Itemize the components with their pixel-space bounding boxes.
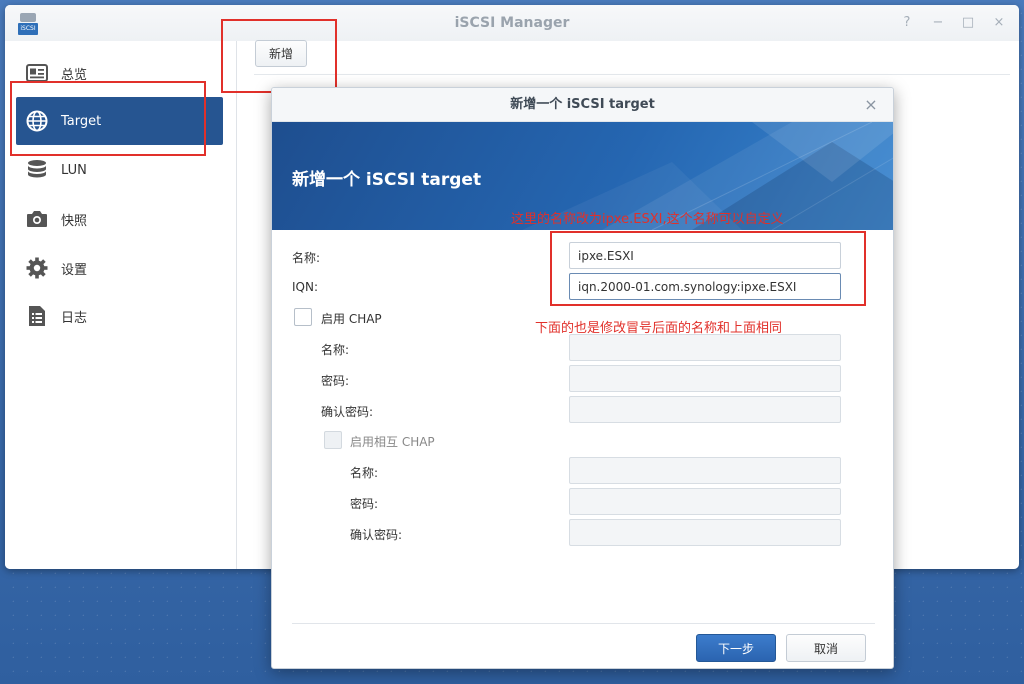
dialog-close-icon[interactable]: × <box>862 96 880 114</box>
next-button[interactable]: 下一步 <box>696 634 776 662</box>
log-icon <box>25 304 49 328</box>
sidebar-item-label: 总览 <box>61 67 88 83</box>
mutual-chap-name-label: 名称: <box>350 466 379 480</box>
mutual-chap-password-input[interactable] <box>569 488 841 515</box>
chap-confirm-label: 确认密码: <box>321 405 374 419</box>
create-target-dialog: 新增一个 iSCSI target × 新增一个 iSCSI target 名称… <box>271 87 894 669</box>
database-icon <box>25 158 49 182</box>
mutual-chap-confirm-label: 确认密码: <box>350 528 403 542</box>
annotation-box-fields <box>550 231 866 306</box>
mutual-chap-name-input[interactable] <box>569 457 841 484</box>
chap-name-label: 名称: <box>321 343 350 357</box>
enable-chap-label: 启用 CHAP <box>321 312 382 326</box>
enable-mutual-chap-label: 启用相互 CHAP <box>350 435 435 449</box>
chap-password-input[interactable] <box>569 365 841 392</box>
sidebar-item-label: LUN <box>61 162 87 178</box>
mutual-chap-confirm-input[interactable] <box>569 519 841 546</box>
sidebar-item-label: 快照 <box>61 213 88 229</box>
maximize-icon[interactable]: □ <box>959 14 977 32</box>
dialog-footer-divider <box>292 623 875 624</box>
minimize-icon[interactable]: − <box>929 14 947 32</box>
enable-mutual-chap-checkbox[interactable] <box>324 431 342 449</box>
sidebar-item-settings[interactable]: 设置 <box>16 244 223 292</box>
window-titlebar[interactable]: iSCSI iSCSI Manager ? − □ × <box>5 5 1019 41</box>
iqn-label: IQN: <box>292 280 319 294</box>
enable-chap-checkbox[interactable] <box>294 308 312 326</box>
annotation-iqn-note: 下面的也是修改冒号后面的名称和上面相同 <box>535 321 783 336</box>
sidebar-item-label: 设置 <box>61 262 88 278</box>
name-label: 名称: <box>292 251 321 265</box>
sidebar-item-log[interactable]: 日志 <box>16 292 223 340</box>
sidebar-item-snapshot[interactable]: 快照 <box>16 195 223 243</box>
toolbar-divider <box>254 74 1010 75</box>
sidebar-item-label: 日志 <box>61 310 88 326</box>
cancel-button[interactable]: 取消 <box>786 634 866 662</box>
annotation-box-add <box>221 19 337 93</box>
help-icon[interactable]: ? <box>898 14 916 32</box>
mutual-chap-password-label: 密码: <box>350 497 379 511</box>
annotation-box-target <box>10 81 206 156</box>
banner-title: 新增一个 iSCSI target <box>292 170 482 190</box>
window-title: iSCSI Manager <box>454 15 570 31</box>
chap-name-input[interactable] <box>569 334 841 361</box>
annotation-name-note: 这里的名称改为ipxe.ESXI,这个名称可以自定义 <box>511 212 784 227</box>
dialog-titlebar[interactable]: 新增一个 iSCSI target × <box>272 88 893 122</box>
close-icon[interactable]: × <box>990 14 1008 32</box>
chap-password-label: 密码: <box>321 374 350 388</box>
chap-confirm-input[interactable] <box>569 396 841 423</box>
gear-icon <box>25 256 49 280</box>
camera-icon <box>25 207 49 231</box>
dialog-title: 新增一个 iSCSI target <box>510 97 655 112</box>
